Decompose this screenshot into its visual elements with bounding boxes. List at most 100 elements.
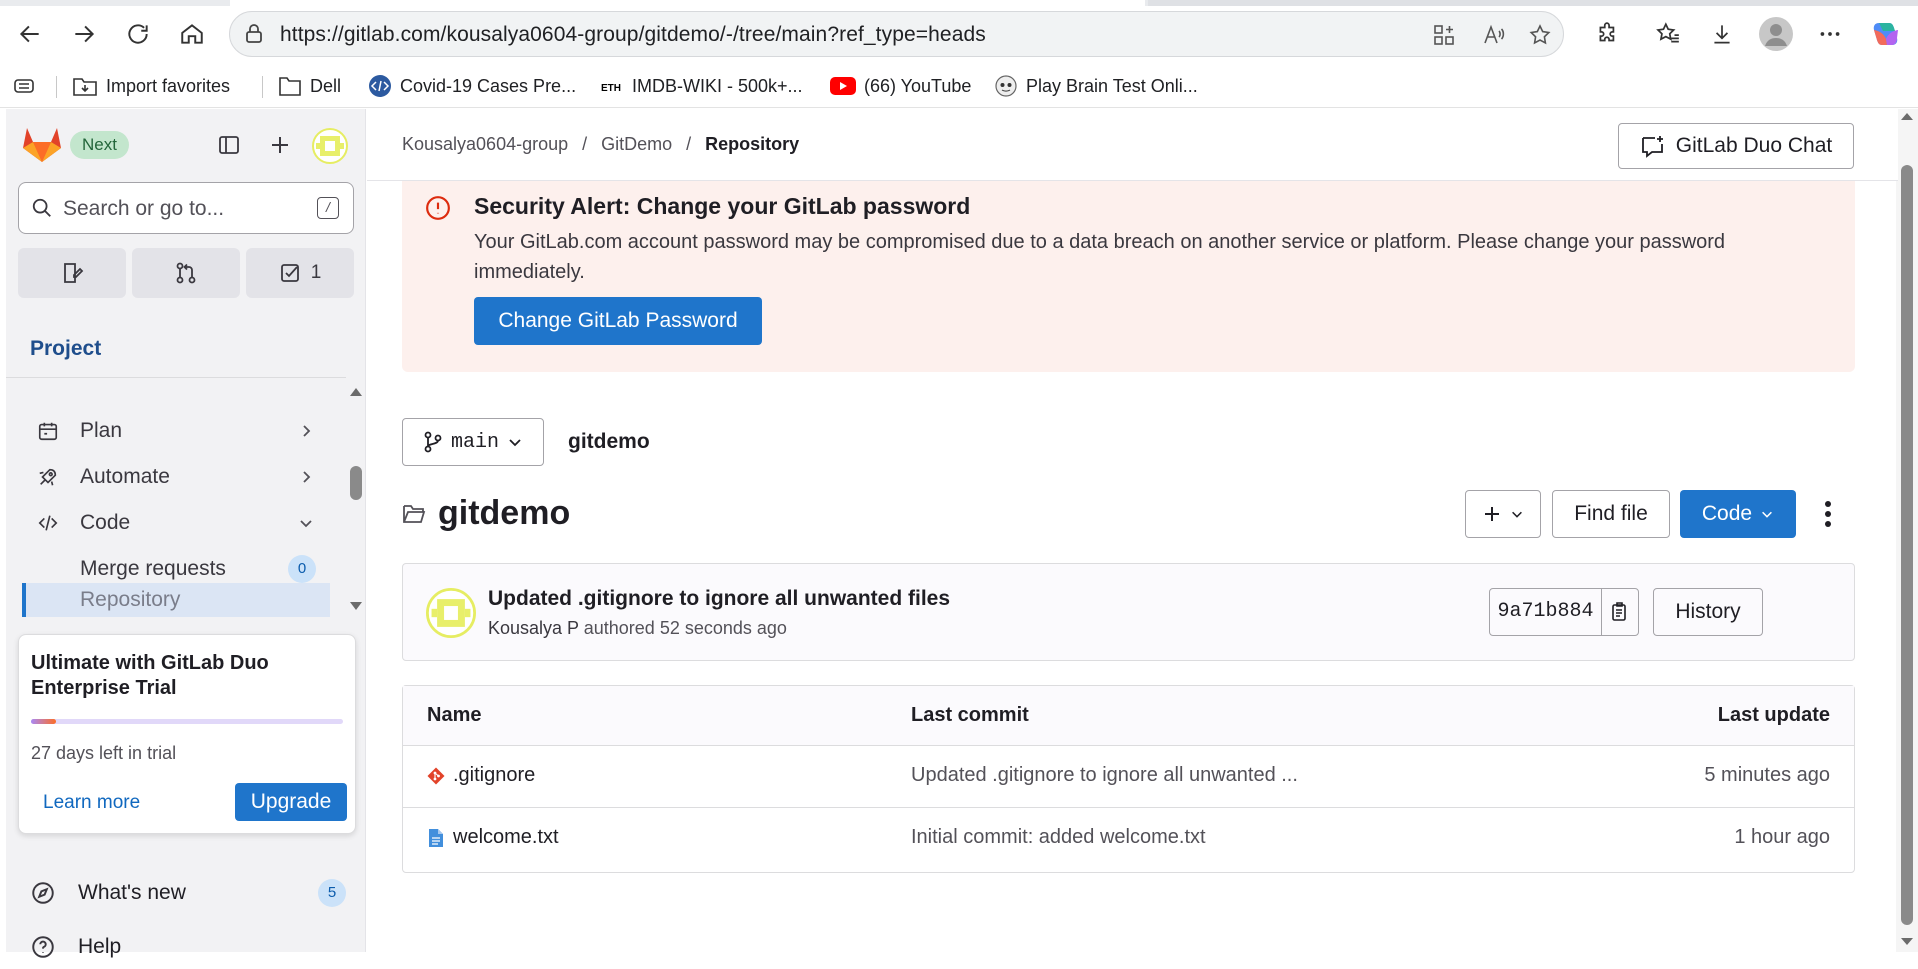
git-file-icon (427, 767, 445, 784)
app-available-icon[interactable] (1430, 21, 1458, 49)
repo-path-breadcrumb[interactable]: gitdemo (568, 430, 650, 454)
sidebar-item-plan[interactable]: Plan (22, 409, 330, 453)
scroll-up-arrow-icon[interactable] (346, 384, 366, 400)
whats-new-count-badge: 5 (318, 879, 346, 907)
home-icon[interactable] (172, 14, 212, 54)
table-row[interactable]: .gitignore Updated .gitignore to ignore … (403, 746, 1854, 808)
breadcrumb-separator: / (582, 134, 588, 154)
column-header-last-commit: Last commit (911, 704, 1029, 726)
branch-icon (424, 431, 442, 453)
next-badge[interactable]: Next (70, 131, 129, 159)
file-name[interactable]: .gitignore (453, 764, 535, 787)
file-last-commit[interactable]: Initial commit: added welcome.txt (911, 826, 1206, 849)
commit-time: 52 seconds ago (659, 618, 787, 638)
chevron-down-icon (509, 439, 521, 447)
copy-sha-icon[interactable] (1602, 589, 1638, 635)
sidebar-item-automate[interactable]: Automate (22, 455, 330, 499)
bookmark-covid[interactable]: Covid-19 Cases Pre... (368, 72, 576, 100)
extensions-icon[interactable] (1588, 14, 1628, 54)
error-icon (425, 195, 451, 221)
bookmark-youtube[interactable]: (66) YouTube (830, 72, 971, 100)
sidebar-item-whats-new[interactable]: What's new 5 (30, 871, 346, 915)
learn-more-link[interactable]: Learn more (43, 792, 140, 814)
address-bar[interactable]: https://gitlab.com/kousalya0604-group/gi… (229, 11, 1564, 57)
refresh-icon[interactable] (118, 14, 158, 54)
search-icon (31, 197, 53, 219)
compass-icon (30, 880, 58, 906)
create-new-icon[interactable] (264, 129, 296, 161)
scroll-down-arrow-icon[interactable] (1896, 933, 1918, 949)
back-icon[interactable] (10, 14, 50, 54)
sidebar-item-label: Repository (80, 588, 181, 611)
page-scrollbar[interactable] (1896, 109, 1918, 952)
branch-selector[interactable]: main (402, 418, 544, 466)
issues-button[interactable] (18, 248, 126, 298)
sidebar-divider (6, 377, 346, 378)
sidebar-scrollbar[interactable] (346, 384, 366, 610)
sidebar-item-repository[interactable]: Repository (22, 583, 330, 617)
svg-text:ETH: ETH (601, 83, 621, 94)
file-last-commit[interactable]: Updated .gitignore to ignore all unwante… (911, 764, 1298, 787)
folder-icon (279, 77, 301, 96)
help-icon (30, 934, 58, 960)
duo-chat-icon (1641, 136, 1663, 158)
duo-chat-button[interactable]: GitLab Duo Chat (1618, 123, 1854, 169)
bookmark-label: Dell (310, 75, 342, 96)
breadcrumb-project[interactable]: GitDemo (601, 134, 672, 155)
main-content: Kousalya0604-group / GitDemo / Repositor… (367, 109, 1898, 952)
breadcrumb-group[interactable]: Kousalya0604-group (402, 134, 568, 155)
site-info-icon[interactable] (242, 22, 266, 46)
rocket-icon (34, 466, 62, 488)
bookmark-label: Import favorites (106, 75, 231, 96)
change-password-button[interactable]: Change GitLab Password (474, 297, 762, 345)
gitlab-logo-icon[interactable] (22, 125, 62, 163)
more-actions-icon[interactable] (1824, 500, 1832, 528)
reading-list-icon[interactable] (12, 72, 36, 100)
profile-avatar-icon[interactable] (1756, 14, 1796, 54)
bookmarks-bar: Import favorites Dell Covid-19 Cases Pre… (0, 64, 1918, 108)
read-aloud-icon[interactable] (1480, 21, 1508, 49)
commit-author[interactable]: Kousalya P (488, 618, 579, 638)
bookmark-import-favorites[interactable]: Import favorites (72, 72, 230, 100)
favorite-star-icon[interactable] (1526, 21, 1554, 49)
bookmark-dell[interactable]: Dell (278, 72, 341, 100)
sidebar-toggle-icon[interactable] (213, 129, 245, 161)
search-input[interactable]: Search or go to... / (18, 182, 354, 234)
breadcrumb-current[interactable]: Repository (705, 134, 799, 155)
page-scrollbar-thumb[interactable] (1901, 165, 1913, 925)
branch-name: main (451, 430, 500, 454)
sidebar-item-help[interactable]: Help (30, 925, 121, 969)
commit-sha[interactable]: 9a71b884 (1490, 589, 1602, 635)
add-dropdown-button[interactable] (1465, 490, 1541, 538)
code-icon (34, 512, 62, 534)
favorites-icon[interactable] (1648, 14, 1688, 54)
file-name[interactable]: welcome.txt (453, 826, 559, 849)
scroll-up-arrow-icon[interactable] (1896, 109, 1918, 125)
code-dropdown-button[interactable]: Code (1680, 490, 1796, 538)
downloads-icon[interactable] (1702, 14, 1742, 54)
bookmark-imdb[interactable]: ETH IMDB-WIKI - 500k+... (600, 72, 803, 100)
code-button-label: Code (1701, 502, 1753, 525)
more-menu-icon[interactable] (1810, 14, 1850, 54)
user-avatar[interactable] (312, 128, 348, 164)
column-header-name: Name (427, 704, 482, 726)
table-row[interactable]: welcome.txt Initial commit: added welcom… (403, 808, 1854, 870)
sidebar-scrollbar-thumb[interactable] (350, 466, 362, 500)
bookmark-brain-test[interactable]: Play Brain Test Onli... (994, 72, 1198, 100)
author-avatar[interactable] (426, 588, 476, 638)
url-text[interactable]: https://gitlab.com/kousalya0604-group/gi… (280, 23, 986, 47)
merge-requests-button[interactable] (132, 248, 240, 298)
upgrade-button[interactable]: Upgrade (235, 783, 347, 821)
forward-icon[interactable] (64, 14, 104, 54)
sidebar-item-code[interactable]: Code (22, 501, 330, 545)
sidebar-item-label: Plan (80, 419, 123, 442)
bookmark-label: Covid-19 Cases Pre... (400, 75, 577, 96)
find-file-button[interactable]: Find file (1552, 490, 1670, 538)
todo-button[interactable]: 1 (246, 248, 354, 298)
scroll-down-arrow-icon[interactable] (346, 598, 366, 614)
copilot-icon[interactable] (1866, 14, 1906, 54)
repo-title: gitdemo (402, 494, 570, 533)
sidebar-section-project[interactable]: Project (30, 337, 101, 361)
commit-message[interactable]: Updated .gitignore to ignore all unwante… (488, 587, 950, 611)
history-button[interactable]: History (1653, 588, 1763, 636)
